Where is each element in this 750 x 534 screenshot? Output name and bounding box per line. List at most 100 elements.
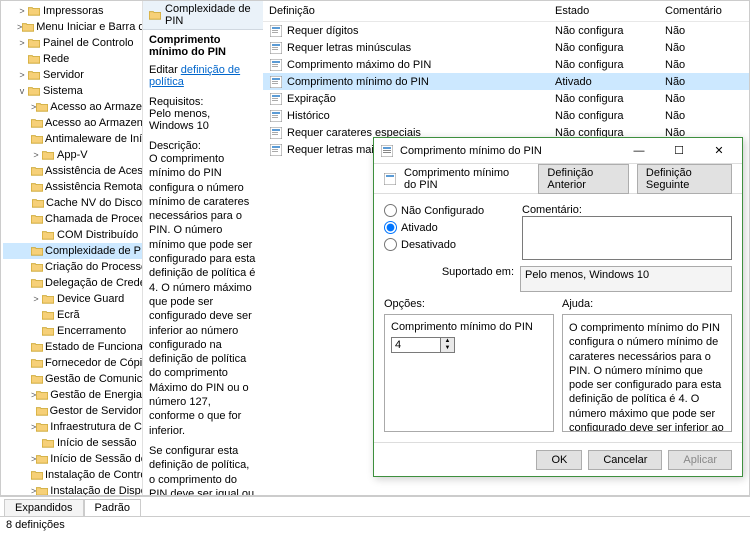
folder-icon: [31, 181, 43, 193]
folder-icon: [31, 245, 43, 257]
twisty-icon[interactable]: v: [17, 86, 27, 96]
nav-tree[interactable]: >Impressoras>Menu Iniciar e Barra de Tar…: [1, 1, 143, 495]
maximize-button[interactable]: ☐: [662, 141, 696, 161]
tree-item[interactable]: >Início de Sessão de Rede: [3, 451, 142, 467]
folder-icon: [31, 261, 43, 273]
tree-item[interactable]: Estado de Funcionamento: [3, 339, 142, 355]
twisty-icon[interactable]: >: [17, 38, 27, 48]
col-state[interactable]: Estado: [549, 3, 659, 19]
tree-item[interactable]: Início de sessão: [3, 435, 142, 451]
policy-icon: [269, 41, 283, 55]
req-value: Pelo menos, Windows 10: [149, 108, 257, 132]
details-pane: Complexidade de PIN Comprimento mínimo d…: [143, 1, 263, 495]
tree-item[interactable]: Gestão de Comunicações pa: [3, 371, 142, 387]
tree-item[interactable]: Rede: [3, 51, 142, 67]
tab-standard[interactable]: Padrão: [84, 499, 141, 516]
row-state: Não configura: [549, 42, 659, 54]
list-row[interactable]: ExpiraçãoNão configuraNão: [263, 90, 749, 107]
policy-icon: [380, 144, 394, 158]
folder-icon: [41, 309, 55, 321]
tree-item[interactable]: Ecrã: [3, 307, 142, 323]
ok-button[interactable]: OK: [536, 450, 582, 470]
help-box[interactable]: O comprimento mínimo do PIN configura o …: [562, 314, 732, 432]
col-comment[interactable]: Comentário: [659, 3, 749, 19]
twisty-icon[interactable]: >: [17, 6, 27, 16]
cancel-button[interactable]: Cancelar: [588, 450, 662, 470]
twisty-icon[interactable]: >: [31, 294, 41, 304]
desc-p: Se configurar esta definição de política…: [149, 444, 257, 495]
status-bar: 8 definições: [0, 516, 750, 534]
row-state: Não configura: [549, 93, 659, 105]
row-def: Comprimento mínimo do PIN: [287, 76, 429, 88]
tree-item[interactable]: vSistema: [3, 83, 142, 99]
req-label: Requisitos:: [149, 96, 257, 108]
list-row[interactable]: HistóricoNão configuraNão: [263, 107, 749, 124]
folder-icon: [36, 453, 48, 465]
list-row[interactable]: Comprimento mínimo do PINAtivadoNão: [263, 73, 749, 90]
tree-item[interactable]: Complexidade de PIN: [3, 243, 142, 259]
pin-length-input[interactable]: [391, 337, 441, 353]
dialog-titlebar[interactable]: Comprimento mínimo do PIN — ☐ ✕: [374, 138, 742, 164]
tree-item[interactable]: >Servidor: [3, 67, 142, 83]
tree-item[interactable]: Assistência de Acesso Negu: [3, 163, 142, 179]
policy-icon: [269, 92, 283, 106]
tree-item[interactable]: >Infraestrutura de Classificaç: [3, 419, 142, 435]
tree-item[interactable]: Gestor de Servidor: [3, 403, 142, 419]
comment-textbox[interactable]: [522, 216, 732, 260]
row-def: Requer letras minúsculas: [287, 42, 411, 54]
tree-item[interactable]: >Impressoras: [3, 3, 142, 19]
spin-down-icon[interactable]: ▼: [441, 345, 454, 352]
tree-item[interactable]: Fornecedor de Cópias Som: [3, 355, 142, 371]
folder-icon: [22, 21, 34, 33]
close-button[interactable]: ✕: [702, 141, 736, 161]
tree-label: Menu Iniciar e Barra de Tarefas: [34, 21, 143, 33]
radio-enabled[interactable]: Ativado: [384, 221, 514, 234]
list-row[interactable]: Comprimento máximo do PINNão configuraNã…: [263, 56, 749, 73]
tree-item[interactable]: Antimaleware de Início Ante: [3, 131, 142, 147]
apply-button[interactable]: Aplicar: [668, 450, 732, 470]
tree-label: Assistência Remota: [43, 181, 142, 193]
row-def: Requer dígitos: [287, 25, 359, 37]
list-header[interactable]: Definição Estado Comentário: [263, 1, 749, 22]
minimize-button[interactable]: —: [622, 141, 656, 161]
list-row[interactable]: Requer letras minúsculasNão configuraNão: [263, 39, 749, 56]
twisty-icon[interactable]: >: [17, 70, 27, 80]
radio-not-configured[interactable]: Não Configurado: [384, 204, 514, 217]
policy-icon: [269, 58, 283, 72]
tree-item[interactable]: Chamada de Procedimento: [3, 211, 142, 227]
next-setting-button[interactable]: Definição Seguinte: [637, 164, 732, 194]
tree-item[interactable]: >Gestão de Energia: [3, 387, 142, 403]
tree-item[interactable]: Instalação de Controlador: [3, 467, 142, 483]
tree-label: Antimaleware de Início Ante: [43, 133, 143, 145]
tree-item[interactable]: >Instalação de Dispositivos: [3, 483, 142, 495]
row-com: Não: [659, 76, 749, 88]
tree-item[interactable]: COM Distribuído: [3, 227, 142, 243]
tree-label: Criação do Processo de Au: [43, 261, 143, 273]
col-definition[interactable]: Definição: [263, 3, 549, 19]
spin-up-icon[interactable]: ▲: [441, 338, 454, 345]
tree-item[interactable]: Criação do Processo de Au: [3, 259, 142, 275]
opt-field-label: Comprimento mínimo do PIN: [391, 321, 547, 333]
pin-length-spinner[interactable]: ▲▼: [391, 337, 547, 353]
tree-label: App-V: [55, 149, 88, 161]
tree-item[interactable]: Assistência Remota: [3, 179, 142, 195]
tree-item[interactable]: >Menu Iniciar e Barra de Tarefas: [3, 19, 142, 35]
tree-item[interactable]: Cache NV do Disco: [3, 195, 142, 211]
tree-item[interactable]: >Painel de Controlo: [3, 35, 142, 51]
prev-setting-button[interactable]: Definição Anterior: [538, 164, 628, 194]
tree-item[interactable]: Acesso ao Armazenamento: [3, 115, 142, 131]
tree-item[interactable]: Encerramento: [3, 323, 142, 339]
tree-item[interactable]: > App-V: [3, 147, 142, 163]
radio-disabled[interactable]: Desativado: [384, 238, 514, 251]
tree-item[interactable]: Delegação de Credenciais: [3, 275, 142, 291]
tab-expanded[interactable]: Expandidos: [4, 499, 84, 516]
twisty-icon[interactable]: >: [31, 150, 41, 160]
folder-icon: [31, 277, 43, 289]
tree-label: Fornecedor de Cópias Som: [43, 357, 143, 369]
tree-item[interactable]: >Device Guard: [3, 291, 142, 307]
list-row[interactable]: Requer dígitosNão configuraNão: [263, 22, 749, 39]
edit-line: Editar definição de política: [149, 64, 257, 88]
tree-label: Ecrã: [55, 309, 80, 321]
tree-label: Início de Sessão de Rede: [48, 453, 143, 465]
tree-item[interactable]: >Acesso ao Armazenamento: [3, 99, 142, 115]
